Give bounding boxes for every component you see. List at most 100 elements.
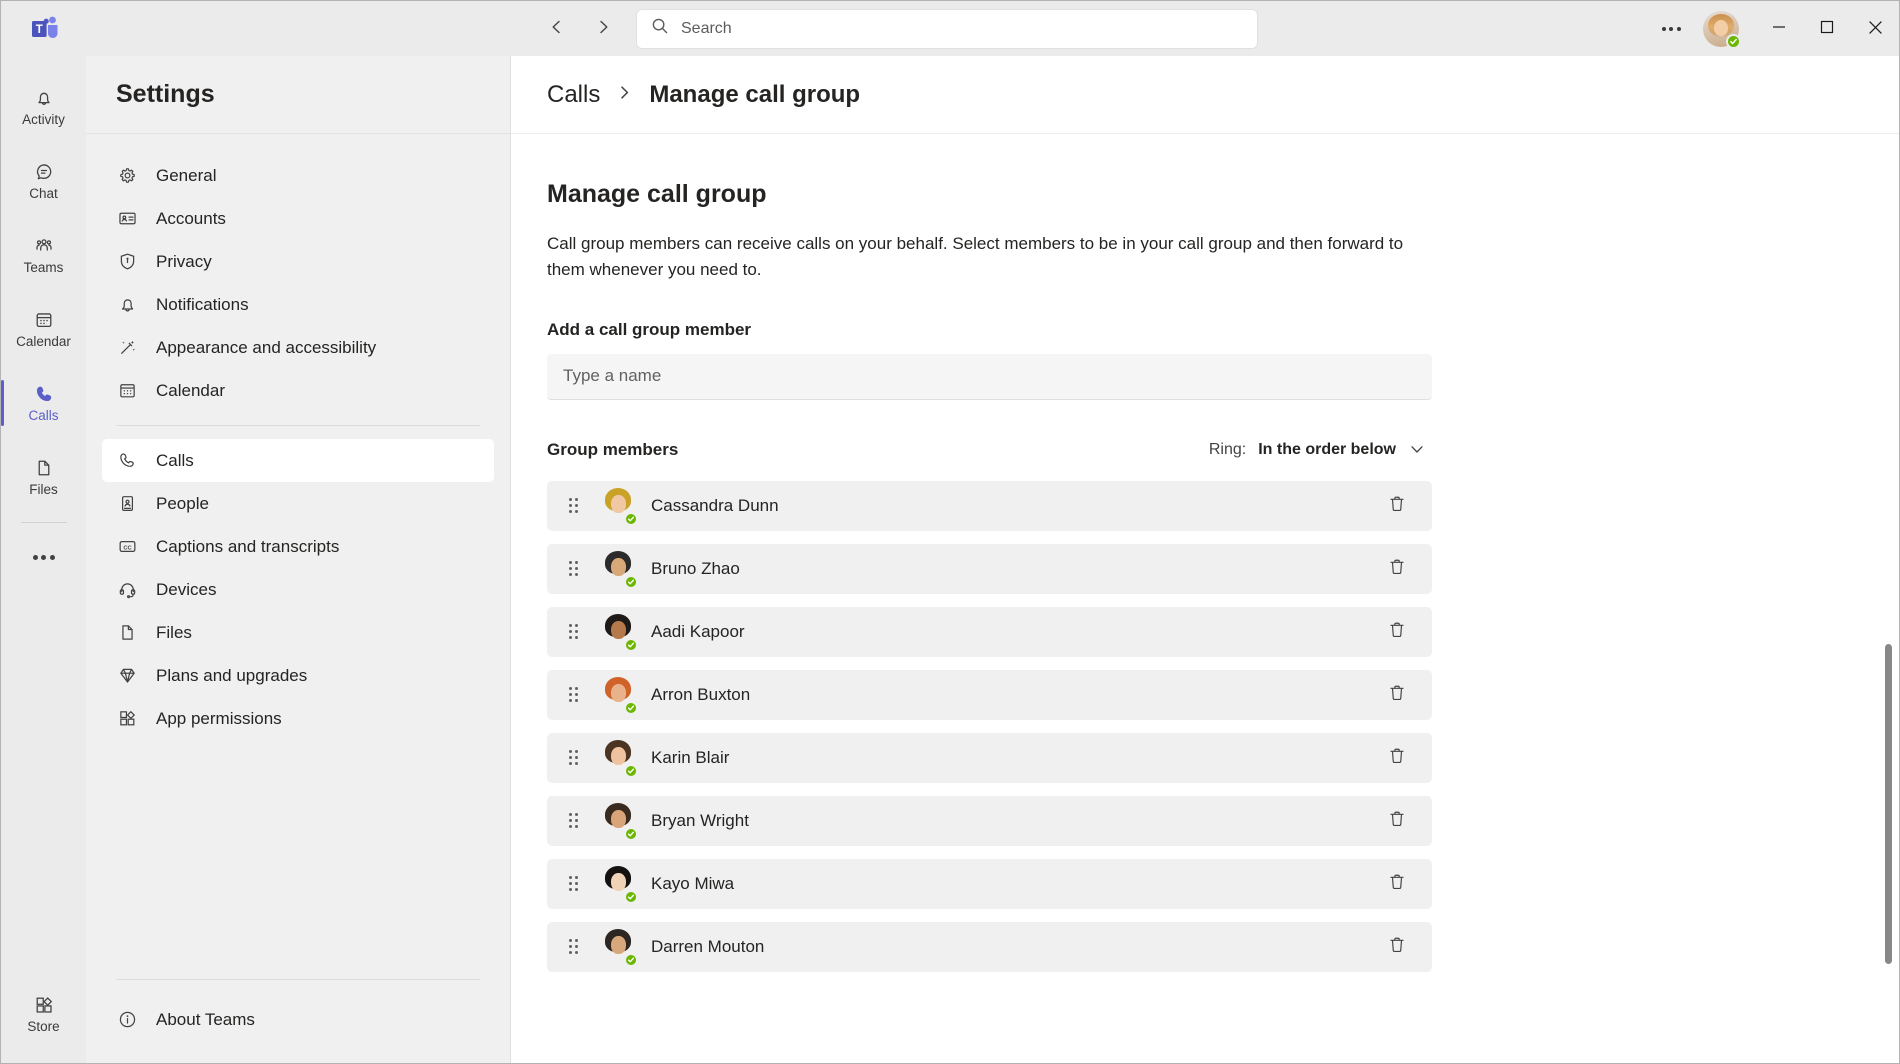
info-circle-icon: [116, 1009, 138, 1031]
minimize-button[interactable]: [1755, 1, 1803, 56]
app-rail: Activity Chat: [1, 56, 86, 1063]
gear-icon: [116, 165, 138, 187]
delete-member-button[interactable]: [1380, 867, 1414, 901]
page-title: Settings: [116, 80, 215, 109]
calendar-icon: [116, 380, 138, 402]
drag-handle-icon[interactable]: [569, 750, 583, 765]
about-teams-button[interactable]: About Teams: [102, 998, 494, 1041]
delete-member-button[interactable]: [1380, 552, 1414, 586]
delete-member-button[interactable]: [1380, 930, 1414, 964]
search-input[interactable]: [681, 20, 1243, 38]
table-row[interactable]: Arron Buxton: [547, 670, 1432, 720]
drag-handle-icon[interactable]: [569, 624, 583, 639]
table-row[interactable]: Bruno Zhao: [547, 544, 1432, 594]
table-row[interactable]: Kayo Miwa: [547, 859, 1432, 909]
sidebar-item-calls[interactable]: Calls: [102, 439, 494, 482]
delete-member-button[interactable]: [1380, 741, 1414, 775]
sidebar-item-label: Accounts: [156, 209, 226, 229]
sidebar-item-general[interactable]: General: [102, 154, 494, 197]
rail-more-apps-button[interactable]: [1, 531, 86, 583]
add-member-input[interactable]: [547, 354, 1432, 400]
sidebar-item-notifications[interactable]: Notifications: [102, 283, 494, 326]
rail-item-chat[interactable]: Chat: [1, 144, 86, 218]
breadcrumb-parent-calls[interactable]: Calls: [547, 81, 600, 109]
sidebar-item-plans-and-upgrades[interactable]: Plans and upgrades: [102, 654, 494, 697]
drag-handle-icon[interactable]: [569, 561, 583, 576]
avatar: [599, 676, 637, 714]
rail-divider: [21, 522, 67, 523]
drag-handle-icon[interactable]: [569, 876, 583, 891]
table-row[interactable]: Darren Mouton: [547, 922, 1432, 972]
member-name: Aadi Kapoor: [651, 622, 745, 642]
delete-member-button[interactable]: [1380, 804, 1414, 838]
ring-label: Ring:: [1209, 441, 1246, 459]
phone-icon: [116, 450, 138, 472]
trash-icon: [1387, 557, 1407, 580]
avatar: [599, 487, 637, 525]
ring-order-dropdown[interactable]: Ring: In the order below: [1203, 436, 1432, 465]
avatar: [599, 739, 637, 777]
drag-handle-icon[interactable]: [569, 939, 583, 954]
delete-member-button[interactable]: [1380, 489, 1414, 523]
table-row[interactable]: Bryan Wright: [547, 796, 1432, 846]
group-members-title: Group members: [547, 440, 678, 460]
shield-lock-icon: [116, 251, 138, 273]
sidebar-item-app-permissions[interactable]: App permissions: [102, 697, 494, 740]
rail-item-calendar[interactable]: Calendar: [1, 292, 86, 366]
table-row[interactable]: Aadi Kapoor: [547, 607, 1432, 657]
drag-handle-icon[interactable]: [569, 813, 583, 828]
drag-handle-icon[interactable]: [569, 498, 583, 513]
table-row[interactable]: Karin Blair: [547, 733, 1432, 783]
content-scrollbar[interactable]: [1885, 134, 1893, 1063]
sidebar-item-privacy[interactable]: Privacy: [102, 240, 494, 283]
sidebar-item-calendar[interactable]: Calendar: [102, 369, 494, 412]
settings-menu: General Accounts: [86, 134, 510, 979]
content-inner: Manage call group Call group members can…: [547, 180, 1432, 972]
rail-label: Calendar: [16, 335, 71, 349]
drag-handle-icon[interactable]: [569, 687, 583, 702]
status-badge-available: [624, 890, 638, 904]
cc-icon: CC: [116, 536, 138, 558]
avatar: [599, 865, 637, 903]
sidebar-item-people[interactable]: People: [102, 482, 494, 525]
sidebar-item-label: Captions and transcripts: [156, 537, 339, 557]
ellipsis-icon: [33, 555, 55, 560]
user-avatar[interactable]: [1703, 11, 1739, 47]
back-button[interactable]: [539, 11, 575, 47]
rail-label: Activity: [22, 113, 65, 127]
sidebar-item-label: Calendar: [156, 381, 225, 401]
delete-member-button[interactable]: [1380, 678, 1414, 712]
rail-item-teams[interactable]: Teams: [1, 218, 86, 292]
sidebar-item-files[interactable]: Files: [102, 611, 494, 654]
sidebar-item-devices[interactable]: Devices: [102, 568, 494, 611]
rail-item-calls[interactable]: Calls: [1, 366, 86, 440]
id-card-icon: [116, 208, 138, 230]
forward-button[interactable]: [585, 11, 621, 47]
magic-wand-icon: [116, 337, 138, 359]
delete-member-button[interactable]: [1380, 615, 1414, 649]
table-row[interactable]: Cassandra Dunn: [547, 481, 1432, 531]
contact-card-icon: [116, 493, 138, 515]
member-name: Cassandra Dunn: [651, 496, 779, 516]
close-button[interactable]: [1851, 1, 1899, 56]
breadcrumb-current: Manage call group: [649, 81, 860, 109]
avatar: [599, 613, 637, 651]
settings-footer: About Teams: [86, 979, 510, 1063]
member-name: Bruno Zhao: [651, 559, 740, 579]
rail-item-store[interactable]: Store: [1, 977, 86, 1051]
rail-item-files[interactable]: Files: [1, 440, 86, 514]
rail-item-activity[interactable]: Activity: [1, 70, 86, 144]
teams-window: T: [0, 0, 1900, 1064]
scrollbar-thumb[interactable]: [1885, 644, 1892, 964]
app-logo: T: [1, 14, 89, 44]
sidebar-item-label: App permissions: [156, 709, 282, 729]
sidebar-item-accounts[interactable]: Accounts: [102, 197, 494, 240]
sidebar-item-appearance-and-accessibility[interactable]: Appearance and accessibility: [102, 326, 494, 369]
settings-more-button[interactable]: [1649, 7, 1693, 51]
avatar: [599, 550, 637, 588]
search-box[interactable]: [637, 10, 1257, 48]
sidebar-item-captions-and-transcripts[interactable]: CC Captions and transcripts: [102, 525, 494, 568]
maximize-button[interactable]: [1803, 1, 1851, 56]
member-name: Karin Blair: [651, 748, 729, 768]
bell-icon: [33, 87, 55, 109]
